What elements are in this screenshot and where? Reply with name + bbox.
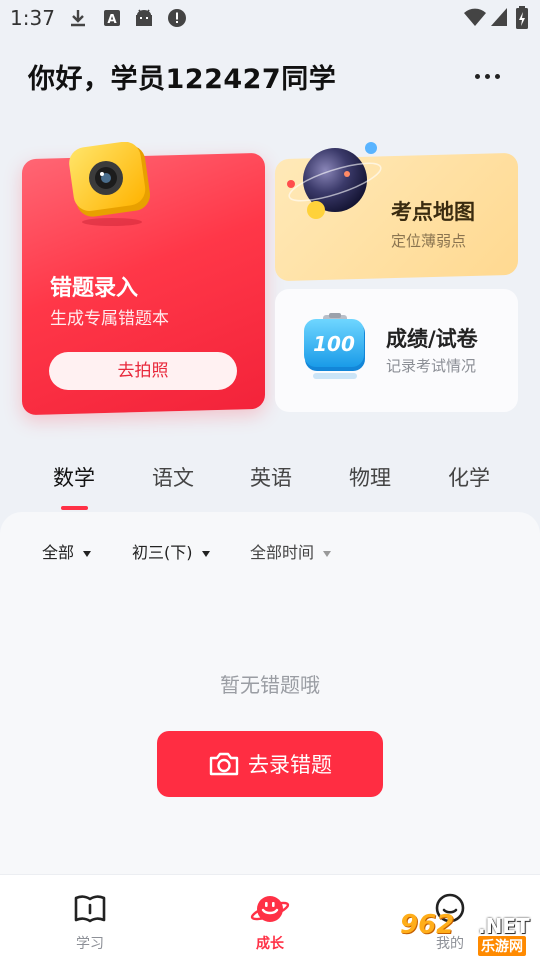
mistake-entry-subtitle: 生成专属错题本: [50, 309, 169, 329]
wifi-icon: [464, 8, 486, 26]
camera-3d-icon: [69, 142, 151, 226]
alert-icon: [168, 9, 186, 27]
caret-down-icon: [201, 550, 210, 557]
more-button[interactable]: [472, 64, 504, 88]
tab-chemistry[interactable]: 化学: [448, 462, 490, 492]
caret-down-icon: [83, 550, 92, 557]
planet-icon: [287, 142, 382, 219]
tab-active-indicator: [61, 506, 88, 510]
nav-item-study[interactable]: 学习: [50, 893, 130, 952]
signal-icon: [491, 8, 507, 26]
camera-icon: [209, 752, 239, 776]
watermark-sub: 乐游网: [478, 936, 526, 956]
mistake-entry-title: 错题录入: [50, 276, 139, 301]
record-mistake-button[interactable]: 去录错题: [157, 731, 383, 797]
knowledge-map-title: 考点地图: [391, 200, 475, 224]
mistake-entry-card[interactable]: 错题录入 生成专属错题本 去拍照: [22, 142, 265, 412]
android-icon: [136, 9, 152, 26]
mistakes-panel: 全部 初三(下) 全部时间 暂无错题哦 去录错题: [0, 512, 540, 874]
nav-label-growth: 成长: [256, 936, 284, 952]
filter-time-label: 全部时间: [250, 543, 315, 562]
scores-subtitle: 记录考试情况: [386, 357, 477, 375]
empty-state-message: 暂无错题哦: [220, 673, 320, 697]
nav-label-study: 学习: [76, 936, 104, 952]
growth-planet-icon: [250, 896, 290, 922]
book-icon: [74, 895, 106, 923]
tab-english[interactable]: 英语: [250, 462, 292, 492]
download-icon: [71, 10, 85, 27]
scores-card[interactable]: 100 成绩/试卷 记录考试情况: [275, 289, 518, 412]
filter-scope-label: 全部: [42, 543, 75, 562]
page-title: 你好，学员122427同学: [28, 64, 337, 95]
status-bar: 1:37 A: [0, 0, 540, 36]
knowledge-map-card[interactable]: 考点地图 定位薄弱点: [275, 142, 518, 278]
watermark-net: .NET: [478, 914, 530, 938]
tab-physics[interactable]: 物理: [349, 462, 391, 492]
status-time: 1:37: [10, 6, 55, 30]
filter-time-dropdown[interactable]: 全部时间: [250, 539, 332, 563]
font-a-icon: A: [104, 10, 120, 26]
take-photo-button[interactable]: 去拍照: [49, 352, 237, 390]
battery-icon: [516, 6, 528, 29]
svg-text:A: A: [107, 12, 117, 26]
tab-math[interactable]: 数学: [53, 462, 95, 492]
filter-grade-label: 初三(下): [132, 543, 193, 562]
record-mistake-label: 去录错题: [248, 753, 332, 777]
caret-down-icon: [323, 550, 332, 557]
score-100-icon: 100: [304, 313, 365, 379]
watermark: 962 .NET 乐游网: [400, 910, 540, 960]
scores-title: 成绩/试卷: [386, 327, 478, 351]
watermark-main: 962: [400, 910, 455, 940]
tab-chinese[interactable]: 语文: [152, 462, 194, 492]
score-100-text: 100: [313, 332, 355, 356]
filter-grade-dropdown[interactable]: 初三(下): [132, 539, 210, 563]
filter-scope-dropdown[interactable]: 全部: [42, 539, 92, 563]
subject-tabs: 数学 语文 英语 物理 化学: [0, 462, 540, 512]
nav-item-growth[interactable]: 成长: [230, 893, 310, 952]
knowledge-map-subtitle: 定位薄弱点: [391, 232, 467, 250]
